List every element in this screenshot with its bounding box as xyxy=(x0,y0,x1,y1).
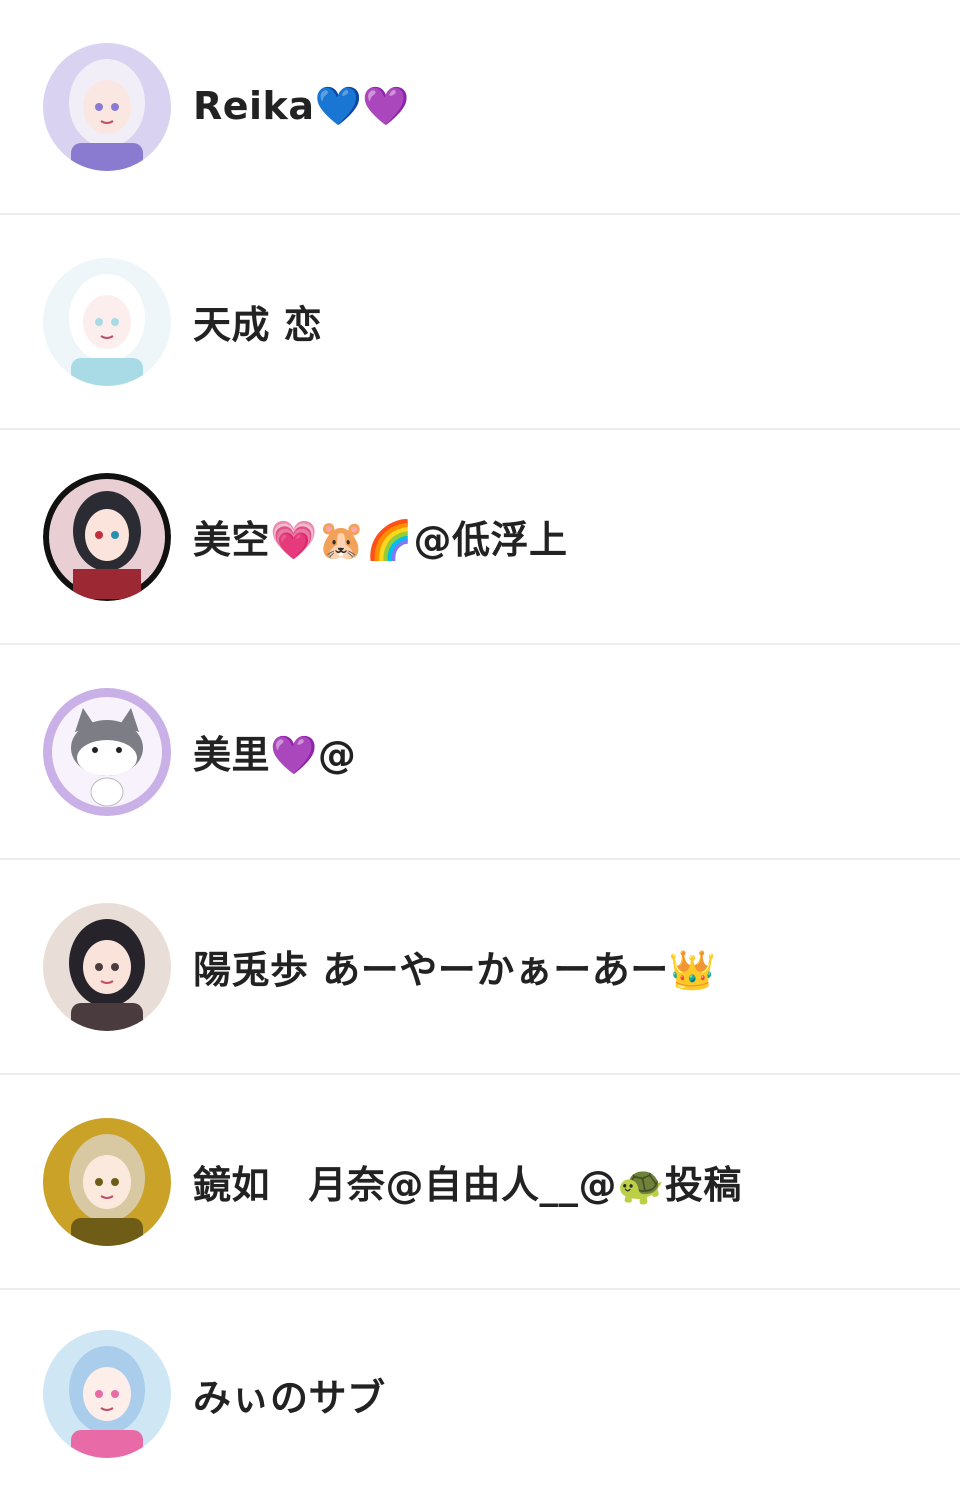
anime-girl-silver-hair-avatar[interactable] xyxy=(43,42,171,171)
user-list-item[interactable]: 陽兎歩 あーやーかぁーあー👑 xyxy=(0,860,960,1075)
user-name: 美空💗🐹🌈@低浮上 xyxy=(193,518,568,562)
user-list-item[interactable]: 美空💗🐹🌈@低浮上 xyxy=(0,430,960,645)
user-name: Reika💙💜 xyxy=(193,84,411,128)
anime-girl-dark-hair-avatar[interactable] xyxy=(43,472,171,601)
user-list-item[interactable]: 鏡如 月奈@自由人__@🐢投稿 xyxy=(0,1075,960,1290)
user-list-item[interactable]: 天成 恋 xyxy=(0,215,960,430)
user-list-item[interactable]: みぃのサブ xyxy=(0,1290,960,1498)
anime-girl-blue-hair-tour-avatar[interactable] xyxy=(43,1330,171,1458)
user-list-item[interactable]: Reika💙💜 xyxy=(0,0,960,215)
user-name: 天成 恋 xyxy=(193,303,323,347)
user-name: 陽兎歩 あーやーかぁーあー👑 xyxy=(193,948,717,992)
user-name: 美里💜@ xyxy=(193,733,357,777)
anime-girl-sketch-avatar[interactable] xyxy=(43,257,171,386)
anime-girl-blonde-sparkle-avatar[interactable] xyxy=(43,1117,171,1246)
follower-list: Reika💙💜 天成 恋 美空💗🐹🌈@低浮上 美里💜@ 陽兎歩 あーやーかぁーあ… xyxy=(0,0,960,1498)
anime-girl-glasses-avatar[interactable] xyxy=(43,902,171,1031)
cat-illustration-avatar[interactable] xyxy=(43,687,171,816)
user-list-item[interactable]: 美里💜@ xyxy=(0,645,960,860)
user-name: 鏡如 月奈@自由人__@🐢投稿 xyxy=(193,1163,742,1207)
user-name: みぃのサブ xyxy=(193,1375,386,1420)
